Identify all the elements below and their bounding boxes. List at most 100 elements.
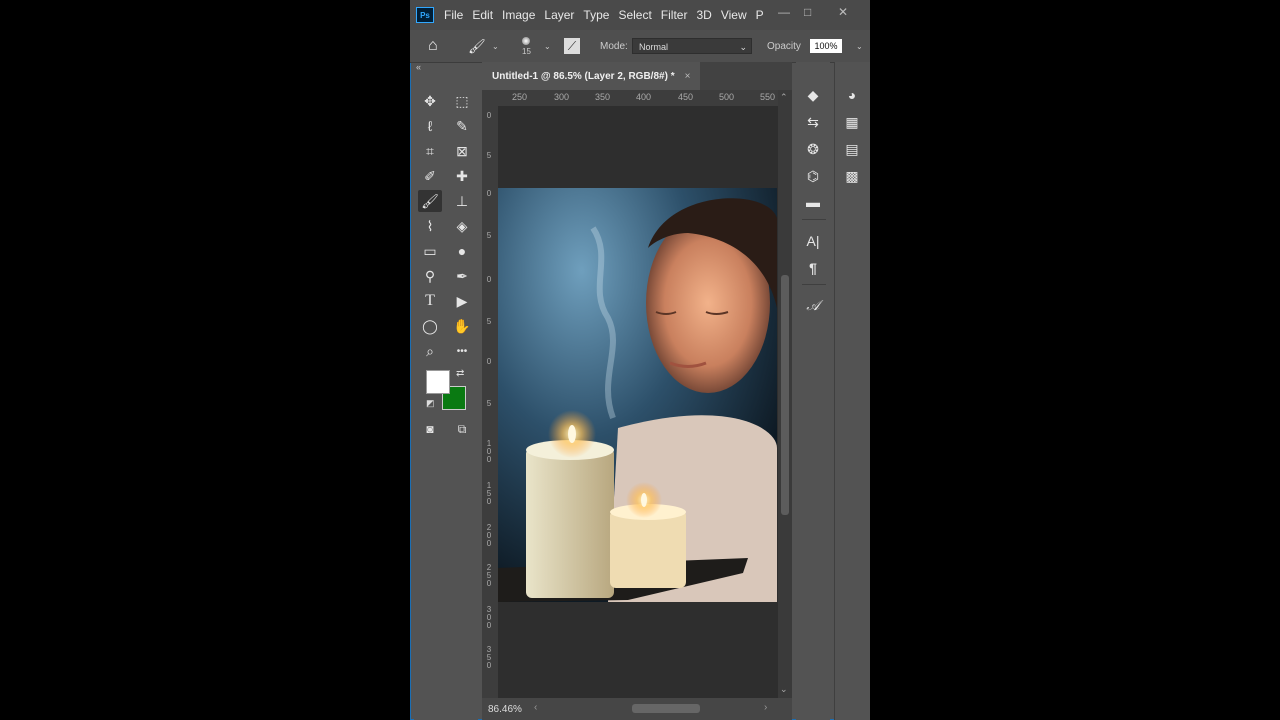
brush-size-value: 15 (522, 46, 531, 56)
character-icon[interactable]: A| (801, 230, 825, 252)
eraser-tool[interactable]: ◈ (450, 215, 474, 237)
foreground-color-swatch[interactable] (426, 370, 450, 394)
scroll-right-icon[interactable]: › (764, 702, 767, 713)
default-colors-icon[interactable]: ◩ (426, 398, 435, 409)
marquee-icon: ⬚ (455, 92, 469, 109)
canvas-image[interactable] (498, 188, 777, 602)
chevron-down-icon[interactable]: ⌄ (544, 30, 551, 62)
more-tools[interactable]: ••• (450, 340, 474, 362)
move-tool[interactable]: ✥ (418, 90, 442, 112)
ruler-tick: 500 (719, 92, 735, 102)
glyphs-icon[interactable]: 𝒜 (801, 296, 825, 318)
screen-mode-icon: ⧉ (457, 421, 467, 436)
menu-view[interactable]: View (721, 8, 747, 22)
close-window-button[interactable]: ✕ (838, 5, 848, 19)
dodge-tool[interactable]: ⚲ (418, 265, 442, 287)
lasso-tool[interactable]: ℓ (418, 115, 442, 137)
menu-image[interactable]: Image (502, 8, 535, 22)
bandage-icon: ✚ (456, 167, 468, 184)
scroll-down-icon[interactable]: ⌄ (780, 684, 788, 695)
vertical-scroll-thumb[interactable] (781, 275, 789, 515)
horizontal-scroll-thumb[interactable] (632, 704, 700, 713)
brush-tool[interactable]: 🖌 (418, 190, 442, 212)
menu-filter[interactable]: Filter (661, 8, 688, 22)
ruler-tick: 450 (678, 92, 694, 102)
menu-file[interactable]: File (444, 8, 463, 22)
frame-tool[interactable]: ⊠ (450, 140, 474, 162)
ellipse-tool[interactable]: ◯ (418, 315, 442, 337)
zoom-tool[interactable]: ⌕ (418, 340, 442, 362)
chevron-down-icon[interactable]: ⌄ (492, 30, 499, 62)
patterns-icon[interactable]: ▩ (840, 165, 864, 187)
paragraph-icon[interactable]: ¶ (801, 257, 825, 279)
quick-select-tool[interactable]: ✎ (450, 115, 474, 137)
gradient-tool[interactable]: ▭ (418, 240, 442, 262)
layers-icon[interactable]: ◆ (801, 84, 825, 106)
ruler-tick: 5 (486, 399, 492, 408)
hand-tool[interactable]: ✋ (450, 315, 474, 337)
menu-plugins-truncated[interactable]: P (756, 8, 764, 22)
gradients-icon[interactable]: ▤ (840, 138, 864, 160)
screen-mode-button[interactable]: ⧉ (450, 418, 474, 440)
menu-edit[interactable]: Edit (472, 8, 493, 22)
arrow-icon: ▶ (456, 292, 468, 309)
menu-layer[interactable]: Layer (544, 8, 574, 22)
gradient-icon: ▭ (423, 242, 437, 259)
pen-tool[interactable]: ✒ (450, 265, 474, 287)
channels-icon[interactable]: ❂ (801, 138, 825, 160)
color-icon[interactable]: ◕ (840, 84, 864, 106)
divider (802, 219, 826, 220)
photoshop-window: Ps File Edit Image Layer Type Select Fil… (410, 0, 870, 720)
comments-icon[interactable]: ▬ (801, 191, 825, 213)
divider (802, 284, 826, 285)
panel-dock-b: ◕ ▦ ▤ ▩ (834, 62, 870, 720)
blur-tool[interactable]: ● (450, 240, 474, 262)
home-icon[interactable]: ⌂ (428, 30, 438, 62)
eyedropper-tool[interactable]: ✐ (418, 165, 442, 187)
paths-icon[interactable]: ⌬ (801, 165, 825, 187)
document-tab-bar: Untitled-1 @ 86.5% (Layer 2, RGB/8#) * × (482, 62, 792, 90)
hand-icon: ✋ (453, 317, 471, 334)
pen-icon: ✒ (456, 267, 468, 284)
menu-type[interactable]: Type (583, 8, 609, 22)
chevron-down-icon[interactable]: ⌄ (856, 30, 863, 62)
opacity-input[interactable]: 100% (810, 39, 842, 53)
minimize-button[interactable]: — (778, 5, 790, 19)
zoom-level[interactable]: 86.46% (488, 704, 522, 715)
vertical-scrollbar[interactable]: ⌃ ⌄ (778, 90, 792, 702)
document-tab[interactable]: Untitled-1 @ 86.5% (Layer 2, RGB/8#) * × (482, 62, 701, 90)
path-select-tool[interactable]: ▶ (450, 290, 474, 312)
scroll-up-icon[interactable]: ⌃ (780, 92, 788, 103)
stamp-icon: ⊥ (455, 192, 469, 209)
dodge-icon: ⚲ (424, 267, 436, 284)
quick-select-icon: ✎ (456, 117, 468, 134)
mode-select[interactable]: Normal ⌄ (632, 38, 752, 54)
menu-3d[interactable]: 3D (696, 8, 711, 22)
scroll-left-icon[interactable]: ‹ (534, 702, 537, 713)
brush-settings-icon[interactable]: ⟋ (564, 30, 580, 62)
healing-tool[interactable]: ✚ (450, 165, 474, 187)
close-icon[interactable]: × (685, 71, 691, 82)
restore-button[interactable]: □ (804, 5, 811, 19)
lasso-icon: ℓ (427, 118, 433, 134)
ruler-tick: 400 (636, 92, 652, 102)
history-icon[interactable]: ⇆ (801, 111, 825, 133)
menu-select[interactable]: Select (618, 8, 651, 22)
ellipse-icon: ◯ (422, 317, 438, 334)
quick-mask-button[interactable]: ◙ (418, 418, 442, 440)
marquee-tool[interactable]: ⬚ (450, 90, 474, 112)
history-brush-tool[interactable]: ⌇ (418, 215, 442, 237)
ruler-tick: 0 (486, 189, 492, 198)
brush-preset-icon[interactable]: 🖌 (468, 30, 486, 62)
candle-portrait-image (498, 188, 777, 602)
stamp-tool[interactable]: ⊥ (450, 190, 474, 212)
swatches-icon[interactable]: ▦ (840, 111, 864, 133)
tools-panel: ✥ ⬚ ℓ ✎ ⌗ ⊠ ✐ ✚ 🖌 ⊥ ⌇ ◈ ▭ ● ⚲ ✒ T ▶ ◯ ✋ … (414, 72, 478, 720)
type-tool[interactable]: T (418, 290, 442, 312)
swap-colors-icon[interactable]: ⇄ (456, 368, 464, 379)
ruler-tick: 1 5 0 (486, 481, 492, 506)
ruler-tick: 350 (595, 92, 611, 102)
frame-icon: ⊠ (456, 142, 468, 159)
brush-size-picker[interactable]: 15 (522, 30, 531, 62)
crop-tool[interactable]: ⌗ (418, 140, 442, 162)
